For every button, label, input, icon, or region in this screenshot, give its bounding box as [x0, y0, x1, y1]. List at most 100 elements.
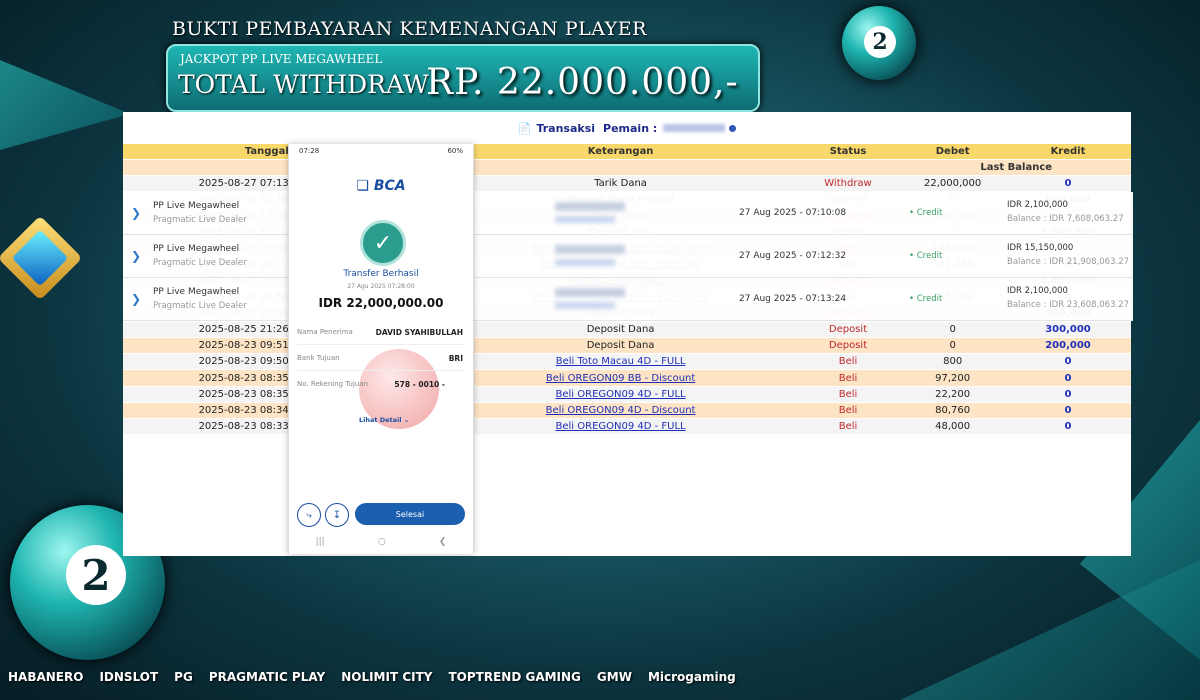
- back-icon[interactable]: ❮: [439, 537, 447, 547]
- table-row: 2025-08-23 08:33:14 Beli OREGON09 4D - FU…: [123, 418, 1131, 436]
- mobile-list-item[interactable]: ❯ PP Live Megawheel Pragmatic Live Dealer 2…: [123, 278, 1133, 321]
- mobile-list-item[interactable]: ❯ PP Live Megawheel Pragmatic Live Dealer 2…: [123, 192, 1133, 235]
- table-row: 2025-08-23 08:35:44 Beli OREGON09 BB - Di…: [123, 369, 1131, 387]
- row-status: Beli: [795, 386, 901, 403]
- game-name: PP Live Megawheel: [153, 244, 240, 254]
- bg-crystal-bottom-right: [900, 560, 1200, 700]
- tx-time: 27 Aug 2025 - 07:12:32: [739, 251, 847, 261]
- row-kredit: 300,000: [1004, 321, 1131, 339]
- row-keterangan: Tarik Dana: [445, 175, 796, 193]
- provider-logo: NOLIMIT CITY: [341, 670, 433, 684]
- billiard-ball-top: 2: [842, 6, 916, 80]
- player-info-icon[interactable]: [729, 124, 737, 132]
- phone-battery: 60%: [447, 147, 463, 155]
- row-keterangan[interactable]: Beli OREGON09 4D - Discount: [445, 402, 796, 420]
- share-icon[interactable]: ⤷: [297, 503, 321, 527]
- row-status: Beli: [795, 353, 901, 371]
- row-debet: 22,200: [900, 386, 1005, 403]
- provider-logo: PRAGMATIC PLAY: [208, 670, 326, 684]
- game-name: PP Live Megawheel: [153, 287, 240, 297]
- provider-logo: HABANERO: [8, 670, 84, 684]
- bank-name: BCA: [373, 178, 406, 194]
- recipient-value: DAVID SYAHIBULLAH: [375, 328, 463, 337]
- jackpot-subtitle: JACKPOT PP LIVE MEGAWHEEL: [180, 52, 383, 66]
- row-debet: 0: [900, 321, 1005, 339]
- phone-nav-bar: ||| ○ ❮: [289, 537, 473, 547]
- tx-balance: Balance : IDR 23,608,063.27: [1007, 300, 1130, 310]
- redacted-info: [555, 245, 625, 254]
- row-keterangan[interactable]: Beli OREGON09 4D - FULL: [445, 418, 796, 436]
- tx-amount: IDR 2,100,000: [1007, 200, 1068, 210]
- recipient-label: Nama Penerima: [297, 328, 353, 336]
- table-row: 2025-08-23 09:51:35 Deposit Dana Deposit 0 2…: [123, 337, 1131, 355]
- chevron-down-icon: ⌄: [403, 416, 410, 424]
- row-kredit: 0: [1004, 418, 1131, 436]
- redacted-info: [555, 216, 615, 223]
- phone-status-bar: 07:28 60%: [299, 147, 463, 155]
- download-icon[interactable]: ↧: [325, 503, 349, 527]
- player-name-redacted: [663, 124, 726, 132]
- col-kredit: Kredit: [1004, 144, 1131, 160]
- last-balance-label: Last Balance: [900, 159, 1131, 177]
- row-status: Deposit: [795, 321, 901, 339]
- table-row: 2025-08-25 21:26:40 Deposit Dana Deposit 0 3…: [123, 321, 1131, 339]
- transfer-status: Transfer Berhasil: [343, 269, 419, 279]
- mobile-list-item[interactable]: ❯ PP Live Megawheel Pragmatic Live Dealer 2…: [123, 235, 1133, 278]
- row-status: Beli: [795, 369, 901, 387]
- tx-amount: IDR 2,100,000: [1007, 286, 1068, 296]
- page-title: BUKTI PEMBAYARAN KEMENANGAN PLAYER: [172, 18, 647, 40]
- total-banner: JACKPOT PP LIVE MEGAWHEEL TOTAL WITHDRAW…: [166, 44, 760, 112]
- last-balance-row: Last Balance: [123, 159, 1131, 177]
- tx-type-label: Credit: [916, 251, 943, 261]
- provider-logos: HABANERO IDNSLOT PG PRAGMATIC PLAY NOLIMIT C…: [0, 660, 736, 694]
- redacted-info: [555, 302, 615, 309]
- total-withdraw-amount: RP. 22.000.000,-: [426, 62, 739, 103]
- bg-crystal-left: [0, 60, 130, 150]
- row-debet: 80,760: [900, 402, 1005, 420]
- gem-icon: [0, 215, 83, 301]
- row-kredit: 0: [1004, 402, 1131, 420]
- detail-link[interactable]: Lihat Detail ⌄: [359, 416, 409, 424]
- table-row: 2025-08-23 08:35:16 Beli OREGON09 4D - FU…: [123, 386, 1131, 403]
- row-date: 2025-08-23 09:51:35: [123, 337, 309, 355]
- tx-type-label: Credit: [916, 208, 943, 218]
- row-keterangan[interactable]: Beli Toto Macau 4D - FULL: [445, 353, 796, 371]
- tx-amount: IDR 15,150,000: [1007, 243, 1074, 253]
- row-date: 2025-08-23 08:34:51: [123, 402, 309, 420]
- bank-value: BRI: [448, 354, 463, 363]
- tx-time: 27 Aug 2025 - 07:10:08: [739, 208, 847, 218]
- chevron-right-icon: ❯: [131, 249, 142, 263]
- table-row: 2025-08-27 07:13:52 Tarik Dana Withdraw …: [123, 175, 1131, 193]
- tx-type: • Credit: [909, 208, 943, 218]
- row-debet: 800: [900, 353, 1005, 371]
- done-button[interactable]: Selesai: [355, 503, 465, 525]
- row-keterangan[interactable]: Beli OREGON09 4D - FULL: [445, 386, 796, 403]
- transaction-panel: 📄 Transaksi Pemain : Tanggal Keterangan …: [123, 112, 1131, 556]
- row-debet: 97,200: [900, 369, 1005, 387]
- provider-logo: IDNSLOT: [99, 670, 159, 684]
- row-keterangan[interactable]: Beli OREGON09 BB - Discount: [445, 369, 796, 387]
- row-date: 2025-08-23 08:35:16: [123, 386, 309, 403]
- row-kredit: 0: [1004, 353, 1131, 371]
- provider-logo: Microgaming: [647, 670, 736, 684]
- document-icon: 📄: [517, 121, 532, 135]
- row-kredit: 200,000: [1004, 337, 1131, 355]
- redacted-info: [555, 288, 625, 297]
- transfer-date: 27 Agu 2025 07:28:00: [347, 283, 415, 290]
- recent-apps-icon[interactable]: |||: [316, 537, 325, 547]
- bca-transfer-receipt: 07:28 60% ❏ BCA ✓ Transfer Berhasil 27 A…: [288, 144, 474, 554]
- account-label: No. Rekening Tujuan: [297, 380, 369, 388]
- game-name: PP Live Megawheel: [153, 201, 240, 211]
- check-icon: ✓: [360, 220, 406, 266]
- col-status: Status: [795, 144, 901, 160]
- game-provider: Pragmatic Live Dealer: [153, 301, 247, 311]
- row-date: 2025-08-23 09:50:42: [123, 353, 309, 371]
- home-icon[interactable]: ○: [378, 537, 386, 547]
- tx-type-label: Credit: [916, 294, 943, 304]
- row-status: Withdraw: [795, 175, 901, 193]
- ball-number: 2: [66, 545, 126, 605]
- row-date: 2025-08-25 21:26:40: [123, 321, 309, 339]
- account-value: 578 - 0010 -: [394, 380, 445, 389]
- redacted-info: [555, 259, 615, 266]
- player-label: Pemain :: [603, 121, 658, 135]
